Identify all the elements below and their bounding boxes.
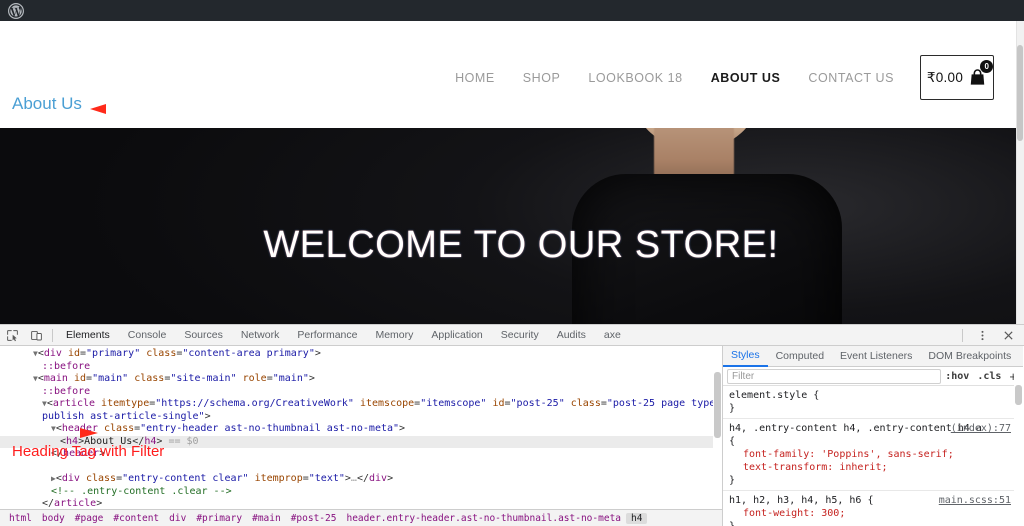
styles-pane: Styles Computed Event Listeners DOM Brea… — [723, 346, 1023, 526]
styles-scrollbar-thumb[interactable] — [1015, 385, 1022, 405]
red-arrow-to-page-title-icon — [90, 104, 178, 114]
css-rule[interactable]: h1, h2, h3, h4, h5, h6 { main.scss:51 font… — [723, 491, 1023, 526]
css-brace-close: } — [729, 520, 1019, 526]
cart-count-badge: 0 — [980, 60, 994, 73]
page-viewport: HOME SHOP LOOKBOOK 18 ABOUT US CONTACT U… — [0, 21, 1024, 324]
breadcrumb-item[interactable]: #page — [70, 513, 109, 524]
wordpress-admin-bar — [0, 0, 1024, 21]
devtools-tab-sources[interactable]: Sources — [175, 325, 232, 346]
dom-scrollbar-thumb[interactable] — [714, 372, 721, 438]
devtools-tab-audits[interactable]: Audits — [548, 325, 595, 346]
css-brace-close: } — [729, 475, 736, 486]
dom-node[interactable]: ▼<div id="primary" class="content-area p… — [0, 348, 722, 361]
page-scrollbar-thumb[interactable] — [1017, 45, 1023, 141]
devtools-tab-elements[interactable]: Elements — [57, 325, 119, 346]
dom-node[interactable]: ::before — [0, 361, 722, 374]
inspect-element-icon[interactable] — [0, 325, 24, 346]
devtools-panel: Elements Console Sources Network Perform… — [0, 324, 1024, 526]
nav-item-lookbook[interactable]: LOOKBOOK 18 — [574, 71, 696, 85]
styles-tab-event-listeners[interactable]: Event Listeners — [832, 346, 920, 367]
devtools-tab-console[interactable]: Console — [119, 325, 176, 346]
wordpress-logo-icon[interactable] — [5, 0, 26, 21]
devtools-tab-memory[interactable]: Memory — [366, 325, 422, 346]
devtools-tab-axe[interactable]: axe — [595, 325, 630, 346]
toolbar-divider-right — [962, 329, 963, 342]
vertical-dots-icon[interactable] — [970, 325, 994, 346]
page-title-row: About Us — [0, 94, 1024, 114]
dom-node[interactable]: ::before — [0, 386, 722, 399]
hov-toggle-button[interactable]: :hov — [941, 371, 973, 382]
dom-tree[interactable]: ▼<div id="primary" class="content-area p… — [0, 346, 722, 523]
nav-item-home[interactable]: HOME — [441, 71, 509, 85]
devtools-tab-performance[interactable]: Performance — [288, 325, 366, 346]
page-title: About Us — [12, 94, 82, 113]
devtools-tab-network[interactable]: Network — [232, 325, 289, 346]
nav-item-about-us[interactable]: ABOUT US — [697, 71, 795, 85]
devtools-body: ▼<div id="primary" class="content-area p… — [0, 346, 1024, 526]
css-brace-open: { — [729, 436, 736, 447]
dom-node[interactable]: ▼<article itemtype="https://schema.org/C… — [0, 398, 722, 411]
breadcrumb-item[interactable]: #primary — [191, 513, 247, 524]
styles-tab-styles[interactable]: Styles — [723, 346, 768, 367]
cart-total: ₹0.00 — [926, 69, 964, 85]
css-rule[interactable]: h4, .entry-content h4, .entry-content h4… — [723, 419, 1023, 491]
hero-banner: OW WELCOME TO OUR STORE! — [0, 128, 1016, 324]
dom-node[interactable]: ▶<div class="entry-content clear" itempr… — [0, 473, 722, 486]
css-selector: element.style { — [729, 390, 820, 401]
css-selector: h4, .entry-content h4, .entry-content h4… — [729, 423, 982, 434]
breadcrumb-item[interactable]: html — [4, 513, 37, 524]
dom-breadcrumb: html body #page #content div #primary #main #po… — [0, 509, 722, 526]
styles-tab-computed[interactable]: Computed — [768, 346, 832, 367]
css-declaration[interactable]: font-weight: 300; — [729, 507, 1019, 520]
device-toolbar-icon[interactable] — [24, 325, 48, 346]
css-source-link[interactable]: main.scss:51 — [939, 494, 1011, 507]
page-scrollbar[interactable] — [1016, 21, 1024, 324]
css-rule[interactable]: element.style {} — [723, 386, 1023, 419]
shopping-bag-icon: 0 — [968, 60, 994, 87]
devtools-toolbar-right — [962, 325, 1020, 346]
dom-tree-pane: ▼<div id="primary" class="content-area p… — [0, 346, 723, 526]
dom-node[interactable]: <!-- .entry-content .clear --> — [0, 486, 722, 499]
styles-tab-dom-breakpoints[interactable]: DOM Breakpoints — [920, 346, 1019, 367]
styles-more-tabs-icon[interactable]: » — [1019, 350, 1023, 362]
browser-window: HOME SHOP LOOKBOOK 18 ABOUT US CONTACT U… — [0, 0, 1024, 526]
dom-scrollbar[interactable] — [713, 346, 722, 509]
dom-node[interactable]: ▼<header class="entry-header ast-no-thum… — [0, 423, 722, 436]
styles-filter-row: Filter :hov .cls + — [723, 367, 1023, 386]
styles-filter-input[interactable]: Filter — [727, 368, 942, 384]
styles-scrollbar[interactable] — [1014, 367, 1023, 526]
hero-heading: WELCOME TO OUR STORE! — [263, 224, 779, 266]
devtools-tab-security[interactable]: Security — [492, 325, 548, 346]
nav-item-shop[interactable]: SHOP — [509, 71, 575, 85]
breadcrumb-item[interactable]: #post-25 — [286, 513, 342, 524]
styles-rule-list: element.style {} h4, .entry-content h4, .… — [723, 386, 1023, 526]
cls-toggle-button[interactable]: .cls — [973, 371, 1005, 382]
breadcrumb-item[interactable]: #content — [108, 513, 164, 524]
css-declaration[interactable]: text-transform: inherit; — [729, 461, 1019, 474]
css-declaration[interactable]: font-family: 'Poppins', sans-serif; — [729, 448, 1019, 461]
close-icon[interactable] — [996, 325, 1020, 346]
breadcrumb-item[interactable]: body — [37, 513, 70, 524]
toolbar-divider — [52, 328, 53, 342]
css-selector: h1, h2, h3, h4, h5, h6 { — [729, 495, 874, 506]
breadcrumb-item[interactable]: div — [164, 513, 191, 524]
devtools-tab-application[interactable]: Application — [422, 325, 491, 346]
dom-node[interactable]: ▼<main id="main" class="site-main" role=… — [0, 373, 722, 386]
css-brace-close: } — [729, 403, 736, 414]
annotation-heading-tag-with-filter: Heading Tag with Filter — [12, 443, 165, 460]
breadcrumb-item[interactable]: h4 — [626, 513, 648, 524]
breadcrumb-item[interactable]: #main — [247, 513, 286, 524]
styles-tabs: Styles Computed Event Listeners DOM Brea… — [723, 346, 1023, 367]
css-source-link[interactable]: (index):77 — [951, 422, 1011, 435]
dom-node[interactable]: publish ast-article-single"> — [0, 411, 722, 424]
nav-item-contact-us[interactable]: CONTACT US — [794, 71, 908, 85]
dom-node[interactable] — [0, 461, 722, 474]
devtools-toolbar: Elements Console Sources Network Perform… — [0, 325, 1024, 346]
red-arrow-to-h4-node-icon — [8, 428, 98, 438]
breadcrumb-item[interactable]: header.entry-header.ast-no-thumbnail.ast… — [341, 513, 626, 524]
